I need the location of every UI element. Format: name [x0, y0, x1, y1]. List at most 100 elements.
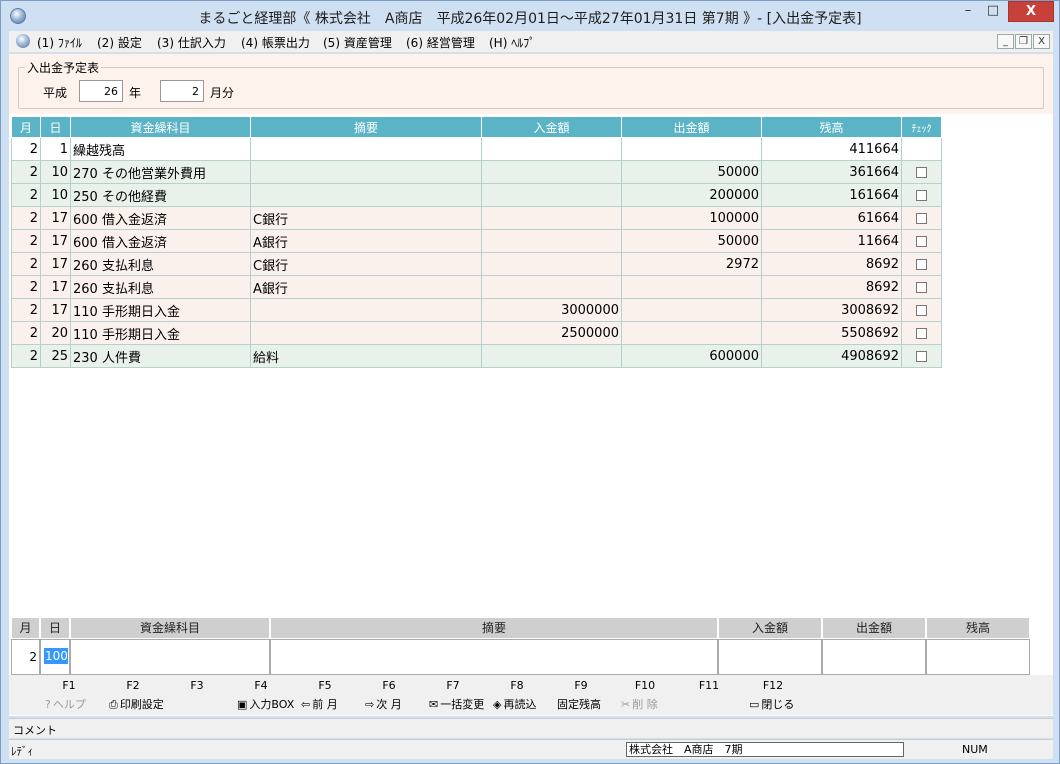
- cell-day[interactable]: 1: [40, 137, 71, 161]
- row-checkbox[interactable]: [916, 212, 927, 224]
- cell-balance[interactable]: 8692: [761, 252, 902, 276]
- fkey-f4-button[interactable]: ▣ 入力BOX: [237, 696, 294, 712]
- cell-out[interactable]: 100000: [621, 206, 762, 230]
- cell-out[interactable]: 50000: [621, 229, 762, 253]
- cell-in[interactable]: [481, 252, 622, 276]
- cell-month[interactable]: 2: [11, 252, 41, 276]
- close-button[interactable]: X: [1008, 1, 1054, 22]
- cell-in[interactable]: [481, 275, 622, 299]
- cell-account[interactable]: 270 その他営業外費用: [70, 160, 251, 184]
- menu-settings[interactable]: (2) 設定: [97, 34, 142, 51]
- table-row[interactable]: 2 1 繰越残高 411664: [11, 137, 942, 161]
- fkey-f2-button[interactable]: ⎙ 印刷設定: [109, 696, 164, 712]
- cell-balance[interactable]: 361664: [761, 160, 902, 184]
- row-checkbox[interactable]: [916, 281, 927, 293]
- cell-balance[interactable]: 161664: [761, 183, 902, 207]
- cell-account[interactable]: 260 支払利息: [70, 252, 251, 276]
- cell-account[interactable]: 600 借入金返済: [70, 229, 251, 253]
- cell-memo[interactable]: C銀行: [250, 252, 482, 276]
- month-input[interactable]: 2: [160, 80, 204, 102]
- cell-out[interactable]: 200000: [621, 183, 762, 207]
- entry-day-value[interactable]: 100: [44, 648, 68, 664]
- entry-balance-field[interactable]: [926, 639, 1030, 675]
- maximize-button[interactable]: □: [981, 1, 1005, 22]
- cell-month[interactable]: 2: [11, 206, 41, 230]
- menu-file[interactable]: (1) ﾌｧｲﾙ: [37, 34, 82, 51]
- cell-in[interactable]: [481, 183, 622, 207]
- cell-in[interactable]: 3000000: [481, 298, 622, 322]
- cell-memo[interactable]: C銀行: [250, 206, 482, 230]
- table-row[interactable]: 2 25 230 人件費 給料 600000 4908692: [11, 344, 942, 368]
- row-checkbox[interactable]: [916, 258, 927, 270]
- cell-out[interactable]: 50000: [621, 160, 762, 184]
- cell-in[interactable]: 2500000: [481, 321, 622, 345]
- cell-day[interactable]: 20: [40, 321, 71, 345]
- cell-memo[interactable]: A銀行: [250, 275, 482, 299]
- menu-assets[interactable]: (5) 資産管理: [323, 34, 392, 51]
- cell-memo[interactable]: [250, 298, 482, 322]
- cell-month[interactable]: 2: [11, 183, 41, 207]
- cell-day[interactable]: 10: [40, 183, 71, 207]
- table-row[interactable]: 2 17 600 借入金返済 A銀行 50000 11664: [11, 229, 942, 253]
- cell-balance[interactable]: 8692: [761, 275, 902, 299]
- row-checkbox[interactable]: [916, 189, 927, 201]
- entry-month-field[interactable]: 2: [11, 639, 40, 675]
- fkey-f12-button[interactable]: ▭ 閉じる: [749, 696, 794, 712]
- fkey-f7-button[interactable]: ✉ 一括変更: [429, 696, 484, 712]
- cell-memo[interactable]: [250, 137, 482, 161]
- cell-month[interactable]: 2: [11, 298, 41, 322]
- minimize-button[interactable]: –: [956, 1, 980, 22]
- cell-in[interactable]: [481, 160, 622, 184]
- cell-account[interactable]: 250 その他経費: [70, 183, 251, 207]
- cell-account[interactable]: 260 支払利息: [70, 275, 251, 299]
- cell-in[interactable]: [481, 137, 622, 161]
- table-row[interactable]: 2 20 110 手形期日入金 2500000 5508692: [11, 321, 942, 345]
- entry-memo-field[interactable]: [270, 639, 718, 675]
- cell-memo[interactable]: A銀行: [250, 229, 482, 253]
- table-row[interactable]: 2 17 260 支払利息 C銀行 2972 8692: [11, 252, 942, 276]
- cell-in[interactable]: [481, 344, 622, 368]
- cell-memo[interactable]: [250, 160, 482, 184]
- cell-month[interactable]: 2: [11, 137, 41, 161]
- cell-month[interactable]: 2: [11, 275, 41, 299]
- child-restore-button[interactable]: ❐: [1015, 34, 1032, 49]
- table-row[interactable]: 2 17 110 手形期日入金 3000000 3008692: [11, 298, 942, 322]
- cell-day[interactable]: 17: [40, 252, 71, 276]
- fkey-f8-button[interactable]: ◈ 再読込: [493, 696, 536, 712]
- fkey-f5-button[interactable]: ⇦ 前 月: [301, 696, 338, 712]
- row-checkbox[interactable]: [916, 304, 927, 316]
- cell-out[interactable]: [621, 137, 762, 161]
- menu-help[interactable]: (H) ﾍﾙﾌﾟ: [489, 34, 535, 51]
- cell-balance[interactable]: 11664: [761, 229, 902, 253]
- cell-in[interactable]: [481, 229, 622, 253]
- cell-account[interactable]: 110 手形期日入金: [70, 298, 251, 322]
- fkey-f10-button[interactable]: ✂ 削 除: [621, 696, 658, 712]
- cell-account[interactable]: 繰越残高: [70, 137, 251, 161]
- cell-balance[interactable]: 61664: [761, 206, 902, 230]
- cell-day[interactable]: 17: [40, 298, 71, 322]
- row-checkbox[interactable]: [916, 235, 927, 247]
- cell-balance[interactable]: 4908692: [761, 344, 902, 368]
- menu-reports[interactable]: (4) 帳票出力: [241, 34, 310, 51]
- cell-month[interactable]: 2: [11, 344, 41, 368]
- cell-day[interactable]: 25: [40, 344, 71, 368]
- row-checkbox[interactable]: [916, 166, 927, 178]
- cell-balance[interactable]: 411664: [761, 137, 902, 161]
- cell-out[interactable]: [621, 275, 762, 299]
- table-row[interactable]: 2 10 270 その他営業外費用 50000 361664: [11, 160, 942, 184]
- table-row[interactable]: 2 17 260 支払利息 A銀行 8692: [11, 275, 942, 299]
- year-input[interactable]: 26: [79, 80, 123, 102]
- cell-account[interactable]: 230 人件費: [70, 344, 251, 368]
- cell-account[interactable]: 110 手形期日入金: [70, 321, 251, 345]
- cell-day[interactable]: 10: [40, 160, 71, 184]
- child-minimize-button[interactable]: _: [997, 34, 1014, 49]
- cell-month[interactable]: 2: [11, 321, 41, 345]
- cell-memo[interactable]: [250, 183, 482, 207]
- child-close-button[interactable]: X: [1033, 34, 1050, 49]
- cell-memo[interactable]: 給料: [250, 344, 482, 368]
- table-row[interactable]: 2 10 250 その他経費 200000 161664: [11, 183, 942, 207]
- cell-memo[interactable]: [250, 321, 482, 345]
- cell-in[interactable]: [481, 206, 622, 230]
- cell-out[interactable]: [621, 298, 762, 322]
- fkey-f9-button[interactable]: 固定残高: [557, 696, 601, 712]
